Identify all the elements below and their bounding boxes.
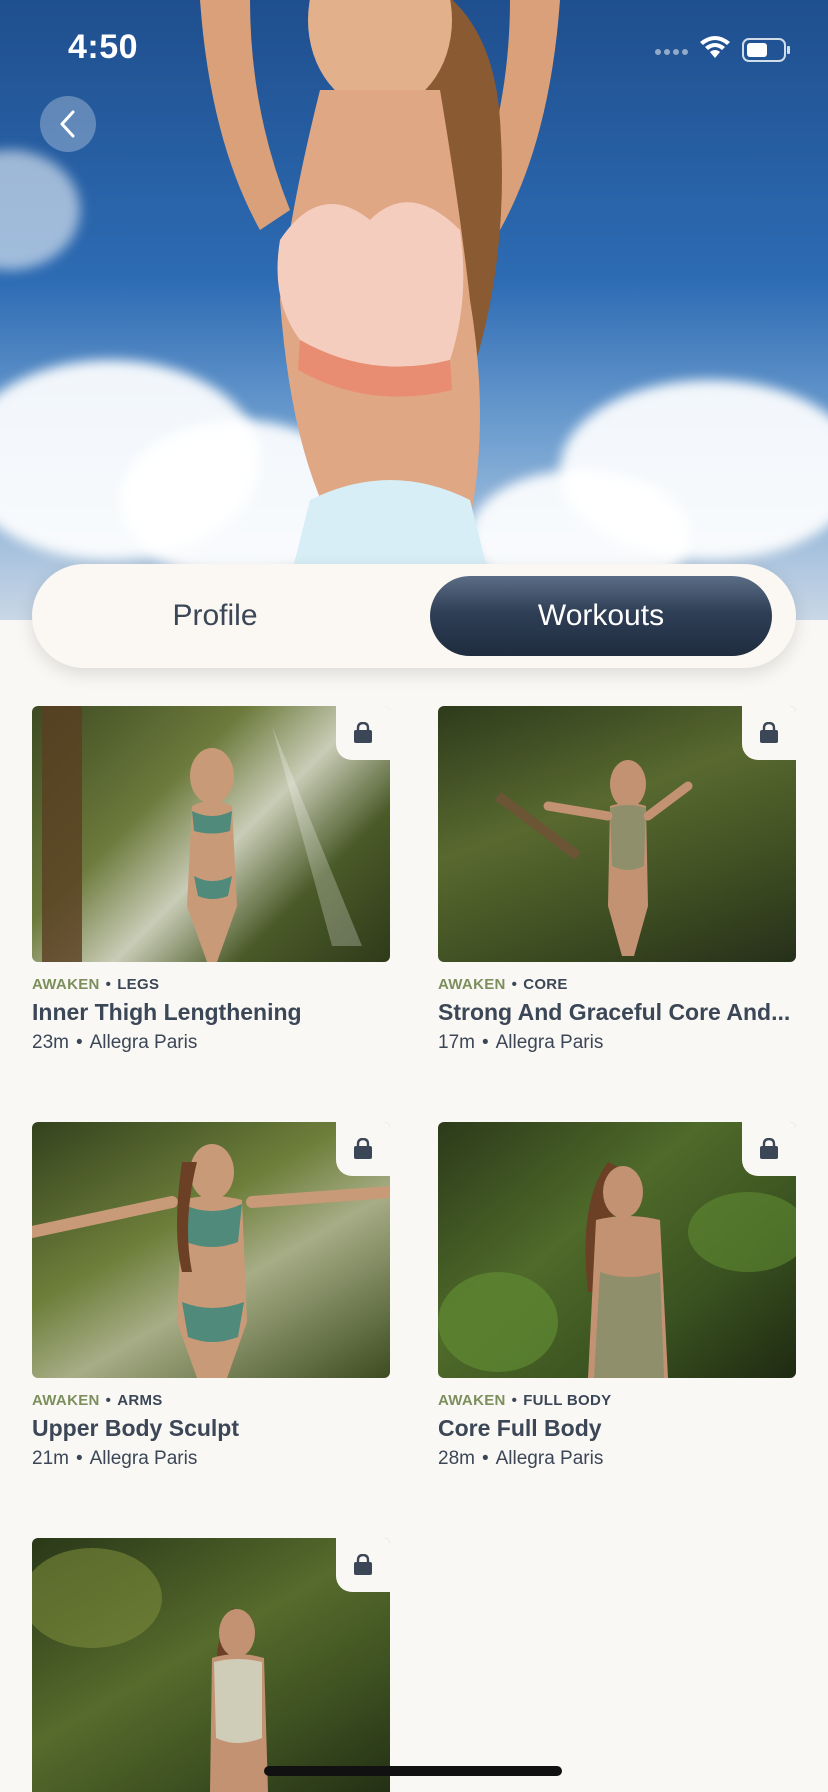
workout-meta: AWAKEN • CORE [438, 976, 568, 993]
chevron-left-icon [60, 110, 75, 138]
category-label: FULL BODY [523, 1392, 612, 1409]
instructor: Allegra Paris [495, 1448, 604, 1469]
workout-card[interactable] [32, 1538, 390, 1792]
workout-thumbnail [32, 1538, 390, 1792]
workout-meta: AWAKEN • LEGS [32, 976, 160, 993]
duration: 17m [438, 1032, 475, 1053]
category-label: ARMS [117, 1392, 163, 1409]
workout-card[interactable]: AWAKEN • LEGS Inner Thigh Lengthening 23m •… [32, 706, 390, 1054]
workout-title: Upper Body Sculpt [32, 1415, 240, 1441]
duration: 28m [438, 1448, 475, 1469]
lock-icon [760, 722, 778, 743]
duration: 21m [32, 1448, 69, 1469]
battery-icon [742, 38, 790, 62]
lock-icon [354, 1554, 372, 1575]
workout-thumbnail [438, 706, 796, 962]
locked-badge [742, 1122, 796, 1176]
home-indicator[interactable] [264, 1766, 562, 1776]
workout-thumbnail [32, 706, 390, 962]
workout-meta: AWAKEN • FULL BODY [438, 1392, 612, 1409]
workout-thumbnail [438, 1122, 796, 1378]
instructor: Allegra Paris [89, 1448, 198, 1469]
workout-card[interactable]: AWAKEN • FULL BODY Core Full Body 28m • Alle… [438, 1122, 796, 1470]
workout-title: Core Full Body [438, 1415, 602, 1441]
instructor: Allegra Paris [89, 1032, 198, 1053]
cellular-signal-icon [655, 49, 688, 55]
wifi-icon [700, 36, 730, 58]
status-time: 4:50 [68, 28, 139, 66]
locked-badge [336, 1122, 390, 1176]
category-label: LEGS [117, 976, 160, 993]
workout-details: 21m • Allegra Paris [32, 1448, 198, 1469]
lock-icon [354, 1138, 372, 1159]
status-bar: 4:50 [0, 0, 828, 100]
back-button[interactable] [40, 96, 96, 152]
program-label: AWAKEN [438, 976, 506, 993]
workout-details: 23m • Allegra Paris [32, 1032, 198, 1053]
workout-title: Inner Thigh Lengthening [32, 999, 302, 1025]
workout-meta: AWAKEN • ARMS [32, 1392, 163, 1409]
program-label: AWAKEN [438, 1392, 506, 1409]
lock-icon [760, 1138, 778, 1159]
workout-thumbnail [32, 1122, 390, 1378]
tab-workouts[interactable]: Workouts [430, 576, 772, 656]
category-label: CORE [523, 976, 568, 993]
workout-details: 17m • Allegra Paris [438, 1032, 604, 1053]
locked-badge [336, 706, 390, 760]
duration: 23m [32, 1032, 69, 1053]
workout-details: 28m • Allegra Paris [438, 1448, 604, 1469]
program-label: AWAKEN [32, 976, 100, 993]
profile-workouts-toggle: Profile Workouts [32, 564, 796, 668]
tab-profile[interactable]: Profile [44, 576, 386, 656]
workout-card[interactable]: AWAKEN • CORE Strong And Graceful Core And… [438, 706, 796, 1054]
workout-title: Strong And Graceful Core And... [438, 999, 791, 1025]
locked-badge [742, 706, 796, 760]
locked-badge [336, 1538, 390, 1592]
lock-icon [354, 722, 372, 743]
program-label: AWAKEN [32, 1392, 100, 1409]
instructor: Allegra Paris [495, 1032, 604, 1053]
workout-card[interactable]: AWAKEN • ARMS Upper Body Sculpt 21m • Allegr… [32, 1122, 390, 1470]
